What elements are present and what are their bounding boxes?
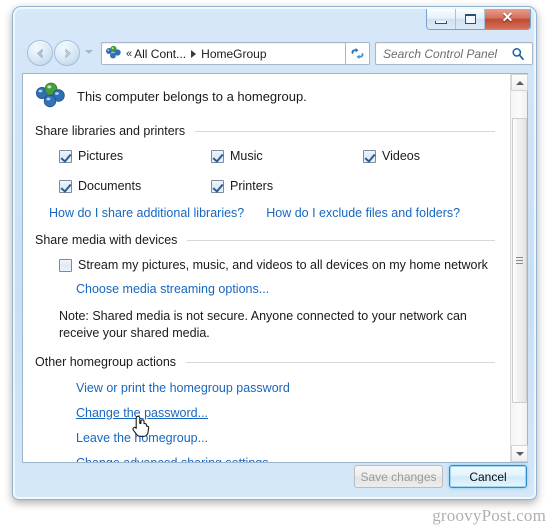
checkbox-icon-pictures[interactable] bbox=[59, 149, 72, 163]
shared-media-note: Note: Shared media is not secure. Anyone… bbox=[59, 309, 467, 340]
link-leave-the-homegroup[interactable]: Leave the homegroup... bbox=[76, 431, 495, 445]
vertical-scrollbar[interactable] bbox=[510, 74, 528, 462]
checkbox-printers[interactable]: Printers bbox=[211, 179, 363, 193]
maximize-icon bbox=[464, 14, 476, 24]
title-bar: ✕ bbox=[13, 7, 536, 39]
navigation-bar: « All Cont... HomeGroup Search Control P… bbox=[13, 37, 536, 73]
link-share-additional-libraries[interactable]: How do I share additional libraries? bbox=[49, 206, 244, 220]
checkbox-label-music: Music bbox=[230, 149, 263, 163]
minimize-button[interactable] bbox=[427, 9, 456, 29]
forward-button[interactable] bbox=[54, 40, 80, 66]
section-title-share-media: Share media with devices bbox=[35, 233, 178, 247]
section-share-media: Share media with devices Stream my pictu… bbox=[23, 233, 509, 342]
scroll-up-button[interactable] bbox=[511, 74, 528, 91]
section-header: Share libraries and printers bbox=[35, 124, 495, 138]
close-icon: ✕ bbox=[501, 11, 514, 26]
save-changes-button[interactable]: Save changes bbox=[354, 465, 443, 488]
homegroup-status-row: This computer belongs to a homegroup. bbox=[23, 74, 509, 111]
search-icon bbox=[512, 47, 524, 60]
back-button[interactable] bbox=[27, 40, 53, 66]
breadcrumb-item-homegroup[interactable]: HomeGroup bbox=[201, 47, 266, 61]
section-title-share-libraries: Share libraries and printers bbox=[35, 124, 186, 138]
watermark: groovyPost.com bbox=[432, 506, 546, 525]
minimize-icon bbox=[435, 20, 447, 24]
stream-options-row: Choose media streaming options... bbox=[76, 280, 495, 298]
recent-pages-button[interactable] bbox=[85, 50, 93, 54]
checkbox-icon-music[interactable] bbox=[211, 149, 224, 163]
link-change-the-password[interactable]: Change the password... bbox=[76, 406, 495, 420]
checkbox-label-stream-media: Stream my pictures, music, and videos to… bbox=[78, 258, 488, 272]
action-links-list: View or print the homegroup password Cha… bbox=[76, 381, 495, 462]
checkbox-videos[interactable]: Videos bbox=[363, 149, 420, 163]
checkbox-row: Pictures Music Videos bbox=[59, 149, 495, 163]
checkbox-stream-media[interactable]: Stream my pictures, music, and videos to… bbox=[59, 258, 495, 272]
help-links-row: How do I share additional libraries? How… bbox=[49, 206, 495, 220]
homegroup-icon-small bbox=[106, 45, 121, 59]
window-caption-buttons: ✕ bbox=[426, 9, 531, 30]
checkbox-icon-documents[interactable] bbox=[59, 179, 72, 193]
section-share-libraries: Share libraries and printers Pictures Mu bbox=[23, 124, 509, 220]
homegroup-window: ✕ « All Cont... HomeGroup Search Control… bbox=[12, 6, 537, 500]
section-divider bbox=[186, 361, 495, 363]
back-arrow-icon bbox=[36, 48, 43, 58]
content-scroll-area: This computer belongs to a homegroup. Sh… bbox=[23, 74, 509, 462]
checkbox-icon-stream-media[interactable] bbox=[59, 258, 72, 272]
breadcrumb-item-all-control-panel[interactable]: All Cont... bbox=[134, 47, 186, 61]
section-header: Other homegroup actions bbox=[35, 355, 495, 369]
scrollbar-grip-icon bbox=[516, 257, 523, 264]
address-bar[interactable]: « All Cont... HomeGroup bbox=[101, 42, 369, 65]
checkbox-pictures[interactable]: Pictures bbox=[59, 149, 211, 163]
cancel-button[interactable]: Cancel bbox=[449, 465, 527, 488]
scroll-down-button[interactable] bbox=[511, 445, 528, 462]
search-input[interactable]: Search Control Panel bbox=[383, 47, 511, 61]
link-change-advanced-sharing-settings[interactable]: Change advanced sharing settings... bbox=[76, 456, 495, 462]
checkbox-music[interactable]: Music bbox=[211, 149, 363, 163]
search-box[interactable]: Search Control Panel bbox=[375, 42, 533, 65]
checkbox-label-pictures: Pictures bbox=[78, 149, 124, 163]
checkbox-row: Documents Printers bbox=[59, 179, 495, 193]
content-pane: This computer belongs to a homegroup. Sh… bbox=[22, 73, 528, 463]
chevron-down-icon bbox=[515, 451, 524, 456]
refresh-button[interactable] bbox=[345, 42, 370, 65]
refresh-icon bbox=[351, 48, 364, 59]
library-checkbox-grid: Pictures Music Videos Documents Printers bbox=[59, 149, 495, 193]
breadcrumb-chevron-icon[interactable] bbox=[191, 49, 197, 58]
section-divider bbox=[195, 130, 495, 132]
checkbox-label-videos: Videos bbox=[382, 149, 420, 163]
checkbox-icon-videos[interactable] bbox=[363, 149, 376, 163]
link-choose-media-streaming-options[interactable]: Choose media streaming options... bbox=[76, 282, 269, 296]
link-view-or-print-password[interactable]: View or print the homegroup password bbox=[76, 381, 495, 395]
section-other-actions: Other homegroup actions View or print th… bbox=[23, 355, 509, 462]
link-exclude-files-and-folders[interactable]: How do I exclude files and folders? bbox=[266, 206, 460, 220]
section-title-other-actions: Other homegroup actions bbox=[35, 355, 177, 369]
breadcrumb-overflow[interactable]: « bbox=[126, 48, 132, 60]
forward-arrow-icon bbox=[64, 48, 71, 58]
checkbox-icon-printers[interactable] bbox=[211, 179, 224, 193]
section-header: Share media with devices bbox=[35, 233, 495, 247]
scrollbar-thumb[interactable] bbox=[512, 118, 527, 403]
maximize-button[interactable] bbox=[456, 9, 485, 29]
nav-arrow-group bbox=[27, 40, 80, 66]
screenshot-root: ✕ « All Cont... HomeGroup Search Control… bbox=[0, 0, 552, 528]
close-button[interactable]: ✕ bbox=[485, 9, 530, 29]
checkbox-label-documents: Documents bbox=[78, 179, 142, 193]
dialog-button-bar: Save changes Cancel bbox=[13, 463, 536, 499]
checkbox-documents[interactable]: Documents bbox=[59, 179, 211, 193]
checkbox-label-printers: Printers bbox=[230, 179, 274, 193]
homegroup-icon bbox=[36, 82, 65, 108]
homegroup-status-text: This computer belongs to a homegroup. bbox=[77, 89, 307, 104]
section-divider bbox=[187, 239, 495, 241]
chevron-up-icon bbox=[515, 80, 524, 85]
